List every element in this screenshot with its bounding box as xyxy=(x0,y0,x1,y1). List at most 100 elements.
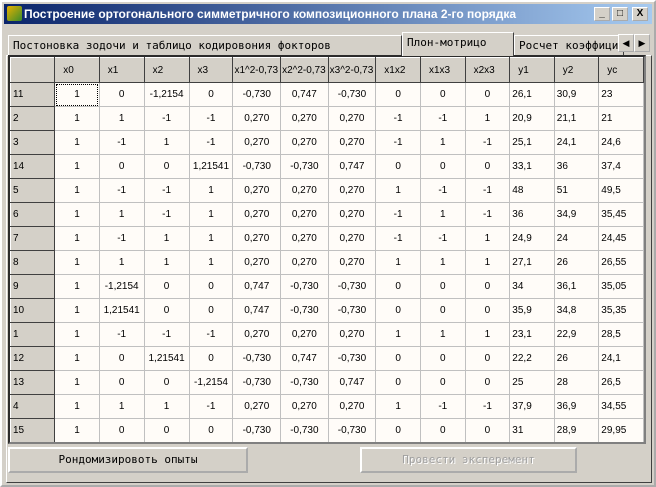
table-cell[interactable]: -1 xyxy=(144,202,190,227)
table-cell[interactable]: 25 xyxy=(509,370,555,395)
table-cell[interactable]: 0 xyxy=(99,346,145,371)
table-cell[interactable]: -1 xyxy=(99,178,145,203)
table-cell[interactable]: -1 xyxy=(420,178,466,203)
table-cell[interactable]: 0,747 xyxy=(328,154,377,179)
table-cell[interactable]: 0,747 xyxy=(280,82,329,107)
table-cell[interactable]: 0 xyxy=(144,370,190,395)
title-bar[interactable]: Построение ортогонального симметричного … xyxy=(4,4,652,24)
table-cell[interactable]: 0 xyxy=(465,298,511,323)
table-cell[interactable]: 0 xyxy=(99,82,145,107)
table-cell[interactable]: 0,270 xyxy=(280,226,329,251)
table-cell[interactable]: 35,9 xyxy=(509,298,555,323)
table-cell[interactable]: 34,9 xyxy=(554,202,600,227)
table-cell[interactable]: 1 xyxy=(54,154,100,179)
table-cell[interactable]: 1 xyxy=(54,274,100,299)
table-cell[interactable]: 0 xyxy=(99,418,145,442)
table-cell[interactable]: -1,2154 xyxy=(99,274,145,299)
table-cell[interactable]: -0,730 xyxy=(280,370,329,395)
table-cell[interactable]: 1 xyxy=(99,106,145,131)
table-cell[interactable]: -0,730 xyxy=(328,346,377,371)
table-cell[interactable]: 0 xyxy=(189,298,234,323)
table-cell[interactable]: 1 xyxy=(99,202,145,227)
table-cell[interactable]: 1 xyxy=(375,322,421,347)
table-cell[interactable]: 24,1 xyxy=(598,346,644,371)
table-cell[interactable]: 0 xyxy=(144,298,190,323)
table-cell[interactable]: 0,747 xyxy=(280,346,329,371)
table-cell[interactable]: 0,270 xyxy=(328,322,377,347)
table-cell[interactable]: 48 xyxy=(509,178,555,203)
table-cell[interactable]: 1 xyxy=(465,106,511,131)
table-cell[interactable]: 33,1 xyxy=(509,154,555,179)
table-cell[interactable]: 1 xyxy=(420,322,466,347)
table-cell[interactable]: 0 xyxy=(420,82,466,107)
table-cell[interactable]: 28 xyxy=(554,370,600,395)
table-cell[interactable]: 0 xyxy=(144,274,190,299)
table-cell[interactable]: 49,5 xyxy=(598,178,644,203)
tab-scroll-right-icon[interactable]: ▶ xyxy=(634,34,650,52)
table-cell[interactable]: 34 xyxy=(509,274,555,299)
table-cell[interactable]: 0 xyxy=(420,370,466,395)
table-cell[interactable]: -1 xyxy=(144,178,190,203)
table-cell[interactable]: 1 xyxy=(465,226,511,251)
table-cell[interactable]: -1 xyxy=(189,130,234,155)
table-cell[interactable]: 36,1 xyxy=(554,274,600,299)
table-cell[interactable]: 0 xyxy=(420,298,466,323)
table-cell[interactable]: 0 xyxy=(189,418,234,442)
table-cell[interactable]: 0,270 xyxy=(280,106,329,131)
table-cell[interactable]: 30,9 xyxy=(554,82,600,107)
table-cell[interactable]: 24,45 xyxy=(598,226,644,251)
table-cell[interactable]: 0,270 xyxy=(232,202,282,227)
table-cell[interactable]: 0,270 xyxy=(328,250,377,275)
table-cell[interactable]: -0,730 xyxy=(280,274,329,299)
table-cell[interactable]: 1 xyxy=(54,130,100,155)
table-cell[interactable]: 0 xyxy=(144,418,190,442)
table-cell[interactable]: -0,730 xyxy=(232,346,282,371)
plan-matrix-grid[interactable]: x0 x1 x2 x3 x1^2-0,73 x2^2-0,73 x3^2-0,73 x1x2 x… xyxy=(8,55,646,444)
table-cell[interactable]: -0,730 xyxy=(280,154,329,179)
table-cell[interactable]: -1 xyxy=(189,394,234,419)
table-cell[interactable]: -0,730 xyxy=(232,154,282,179)
table-cell[interactable]: 0,270 xyxy=(232,178,282,203)
table-cell[interactable]: 0,270 xyxy=(232,394,282,419)
table-cell[interactable]: 0,270 xyxy=(328,394,377,419)
table-cell[interactable]: -1 xyxy=(99,322,145,347)
table-cell[interactable]: 1 xyxy=(54,226,100,251)
table-cell[interactable]: 23,1 xyxy=(509,322,555,347)
table-cell[interactable]: 37,9 xyxy=(509,394,555,419)
table-cell[interactable]: 36 xyxy=(554,154,600,179)
maximize-button[interactable]: □ xyxy=(612,7,628,21)
table-cell[interactable]: 1 xyxy=(54,202,100,227)
table-cell[interactable]: 1 xyxy=(54,106,100,131)
table-cell[interactable]: 1 xyxy=(54,322,100,347)
table-cell[interactable]: 0 xyxy=(375,298,421,323)
table-cell[interactable]: 0 xyxy=(465,154,511,179)
table-cell[interactable]: 25,1 xyxy=(509,130,555,155)
table-cell[interactable]: 1 xyxy=(189,226,234,251)
table-cell[interactable]: 0,270 xyxy=(280,178,329,203)
table-cell[interactable]: -1,2154 xyxy=(144,82,190,107)
table-cell[interactable]: 1 xyxy=(54,394,100,419)
table-cell[interactable]: -1 xyxy=(420,394,466,419)
table-cell[interactable]: 1,21541 xyxy=(99,298,145,323)
table-cell[interactable]: -1 xyxy=(420,226,466,251)
table-cell[interactable]: -0,730 xyxy=(328,82,377,107)
table-cell[interactable]: 26 xyxy=(554,250,600,275)
table-cell[interactable]: 0 xyxy=(189,274,234,299)
table-cell[interactable]: 1 xyxy=(375,394,421,419)
table-cell[interactable]: 34,8 xyxy=(554,298,600,323)
table-cell[interactable]: 27,1 xyxy=(509,250,555,275)
table-cell[interactable]: -0,730 xyxy=(280,418,329,442)
table-cell[interactable]: 0,270 xyxy=(232,106,282,131)
table-cell[interactable]: 28,9 xyxy=(554,418,600,442)
table-cell[interactable]: 1 xyxy=(144,226,190,251)
table-cell[interactable]: -1 xyxy=(465,202,511,227)
table-cell[interactable]: 1 xyxy=(54,178,100,203)
table-cell[interactable]: -0,730 xyxy=(232,370,282,395)
table-cell[interactable]: 0,747 xyxy=(232,274,282,299)
table-cell[interactable]: -1 xyxy=(465,178,511,203)
table-cell[interactable]: 0 xyxy=(375,154,421,179)
table-cell[interactable]: -0,730 xyxy=(232,418,282,442)
table-cell[interactable]: 1 xyxy=(54,346,100,371)
table-cell[interactable]: 23 xyxy=(598,82,644,107)
table-cell[interactable]: 0 xyxy=(420,418,466,442)
